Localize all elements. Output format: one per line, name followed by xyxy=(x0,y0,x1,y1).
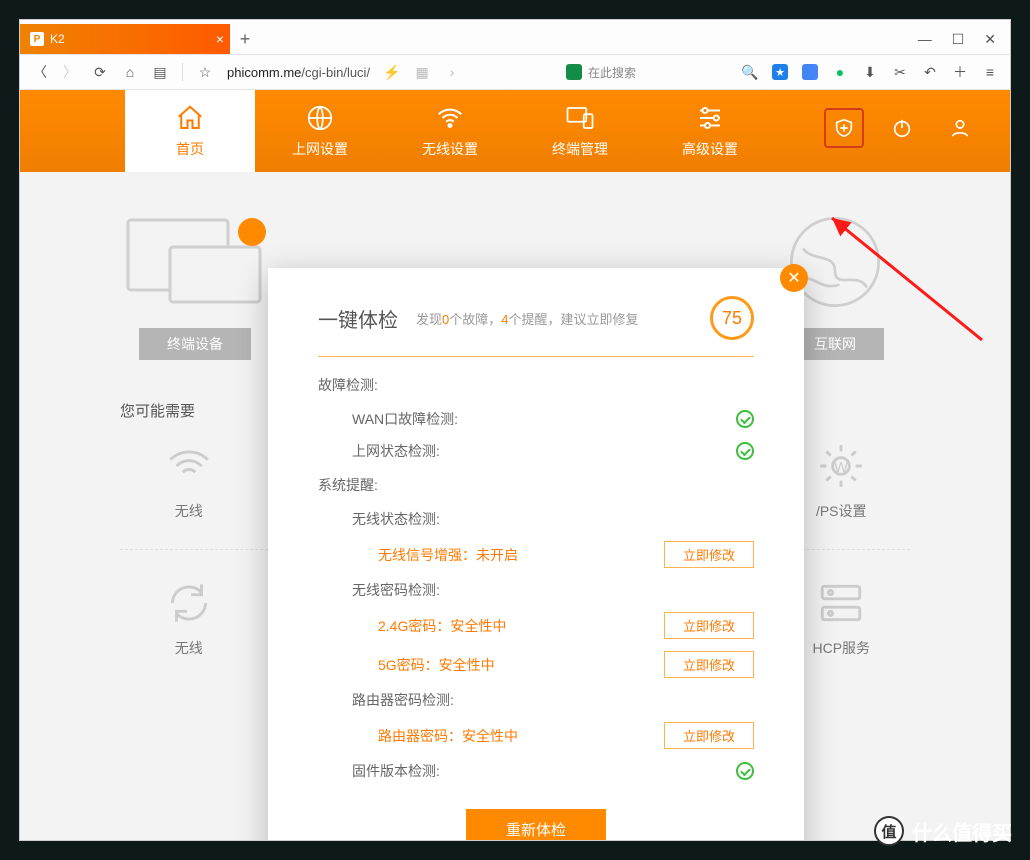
warn-5g: 5G密码：安全性中立即修改 xyxy=(318,645,754,684)
sliders-icon xyxy=(695,103,725,133)
close-icon[interactable]: ✕ xyxy=(984,31,996,48)
star-icon[interactable]: ☆ xyxy=(197,64,213,80)
download-icon[interactable]: ⬇ xyxy=(862,64,878,80)
back-icon[interactable]: 〈 xyxy=(32,64,48,80)
titlebar: P K2 × + — ☐ ✕ xyxy=(20,20,1010,54)
server-icon xyxy=(816,578,866,628)
svg-text:W: W xyxy=(834,460,848,476)
tab-favicon: P xyxy=(30,32,44,46)
check-ok-icon xyxy=(736,442,754,460)
flash-icon[interactable]: ⚡ xyxy=(384,64,400,80)
warn-router-pwd: 路由器密码：安全性中立即修改 xyxy=(318,716,754,755)
nav-home[interactable]: 首页 xyxy=(125,90,255,172)
new-tab-button[interactable]: + xyxy=(230,24,260,54)
reload-icon[interactable]: ⟳ xyxy=(92,64,108,80)
warn-24g: 2.4G密码：安全性中立即修改 xyxy=(318,606,754,645)
recheck-button[interactable]: 重新体检 xyxy=(466,809,606,840)
power-icon[interactable] xyxy=(882,108,922,148)
search-provider-icon xyxy=(566,64,582,80)
nav-label: 首页 xyxy=(176,139,204,159)
browser-window: P K2 × + — ☐ ✕ 〈 〉 ⟳ ⌂ ▤ ☆ phicomm.me/cg… xyxy=(20,20,1010,840)
check-router-pwd: 路由器密码检测: xyxy=(318,684,754,716)
gear-icon: W xyxy=(816,441,866,491)
menu-icon[interactable]: ≡ xyxy=(982,64,998,80)
fix-button[interactable]: 立即修改 xyxy=(664,722,754,749)
modal-summary: 发现0个故障，4个提醒，建议立即修复 xyxy=(416,309,639,328)
nav-label: 上网设置 xyxy=(292,139,348,159)
nav-label: 高级设置 xyxy=(682,139,738,159)
check-net: 上网状态检测: xyxy=(318,435,754,467)
tab-close-icon[interactable]: × xyxy=(216,31,224,47)
reader-icon[interactable]: ▤ xyxy=(152,64,168,80)
cut-icon[interactable]: ✂ xyxy=(892,64,908,80)
modal-divider xyxy=(318,356,754,357)
terminal-label: 终端设备 xyxy=(139,328,251,360)
section-faults: 故障检测: xyxy=(318,375,754,395)
wechat-icon[interactable]: ● xyxy=(832,64,848,80)
check-ok-icon xyxy=(736,410,754,428)
nav-label: 无线设置 xyxy=(422,139,478,159)
monitor-icon xyxy=(120,212,270,312)
check-wan: WAN口故障检测: xyxy=(318,403,754,435)
tab-title: K2 xyxy=(50,32,65,46)
watermark-text: 什么值得买 xyxy=(912,817,1012,846)
forward-icon[interactable]: 〉 xyxy=(62,64,78,80)
nav-internet[interactable]: 上网设置 xyxy=(255,90,385,172)
search-box[interactable]: 在此搜索 xyxy=(566,64,636,81)
home-icon[interactable]: ⌂ xyxy=(122,64,138,80)
health-check-icon[interactable] xyxy=(824,108,864,148)
fix-button[interactable]: 立即修改 xyxy=(664,541,754,568)
home-icon xyxy=(175,103,205,133)
magnifier-icon[interactable]: 🔍 xyxy=(742,64,758,80)
warn-wifi-boost: 无线信号增强：未开启立即修改 xyxy=(318,535,754,574)
window-controls: — ☐ ✕ xyxy=(884,24,1010,54)
nav-wireless[interactable]: 无线设置 xyxy=(385,90,515,172)
health-check-modal: ✕ 一键体检 发现0个故障，4个提醒，建议立即修复 75 故障检测: WAN口故… xyxy=(268,268,804,840)
search-placeholder: 在此搜索 xyxy=(588,64,636,81)
modal-close-icon[interactable]: ✕ xyxy=(780,264,808,292)
nav-advanced[interactable]: 高级设置 xyxy=(645,90,775,172)
wifi-icon xyxy=(164,441,214,491)
wifi-icon xyxy=(435,103,465,133)
grid-wireless2[interactable]: 无线 xyxy=(120,578,258,658)
nav-utilities xyxy=(824,108,980,148)
grid-wireless[interactable]: 无线 xyxy=(120,441,258,521)
check-wifi-state: 无线状态检测: xyxy=(318,503,754,535)
fix-button[interactable]: 立即修改 xyxy=(664,651,754,678)
terminal-card[interactable]: 终端设备 xyxy=(120,212,270,360)
check-wifi-pwd: 无线密码检测: xyxy=(318,574,754,606)
page-content: 首页 上网设置 无线设置 终端管理 高级设置 xyxy=(20,90,1010,840)
nav-clients[interactable]: 终端管理 xyxy=(515,90,645,172)
qr-icon[interactable]: ▦ xyxy=(414,64,430,80)
health-score: 75 xyxy=(710,296,754,340)
browser-tab[interactable]: P K2 × xyxy=(20,24,230,54)
url-field[interactable]: phicomm.me/cgi-bin/luci/ xyxy=(227,65,370,80)
check-firmware: 固件版本检测: xyxy=(318,755,754,787)
user-icon[interactable] xyxy=(940,108,980,148)
globe-icon xyxy=(305,103,335,133)
plus-icon[interactable]: ＋ xyxy=(952,64,968,80)
section-system: 系统提醒: xyxy=(318,475,754,495)
top-nav: 首页 上网设置 无线设置 终端管理 高级设置 xyxy=(20,90,1010,172)
undo-icon[interactable]: ↶ xyxy=(922,64,938,80)
minimize-icon[interactable]: — xyxy=(918,31,932,47)
chevron-right-icon[interactable]: › xyxy=(444,64,460,80)
bookmark-icon[interactable]: ★ xyxy=(772,64,788,80)
translate-icon[interactable] xyxy=(802,64,818,80)
fix-button[interactable]: 立即修改 xyxy=(664,612,754,639)
modal-title: 一键体检 xyxy=(318,304,398,333)
refresh-icon xyxy=(164,578,214,628)
check-ok-icon xyxy=(736,762,754,780)
address-bar: 〈 〉 ⟳ ⌂ ▤ ☆ phicomm.me/cgi-bin/luci/ ⚡ ▦… xyxy=(20,54,1010,90)
watermark-badge-icon: 值 xyxy=(874,816,904,846)
maximize-icon[interactable]: ☐ xyxy=(952,31,965,48)
nav-label: 终端管理 xyxy=(552,139,608,159)
watermark: 值 什么值得买 xyxy=(874,816,1012,846)
devices-icon xyxy=(565,103,595,133)
